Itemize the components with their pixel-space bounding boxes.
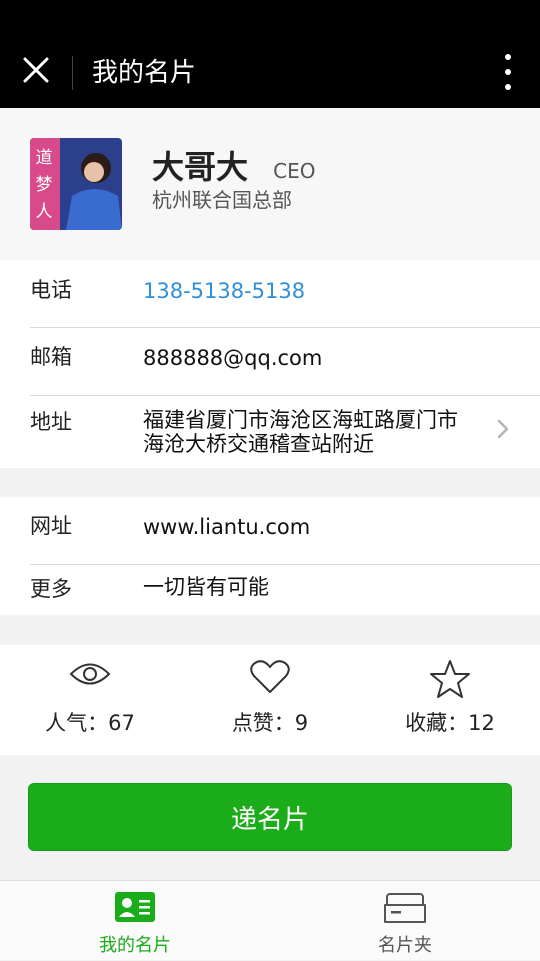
phone-row[interactable]: 电话 138-5138-5138: [0, 260, 540, 327]
contact-section: 电话 138-5138-5138 邮箱 888888@qq.com 地址 福建省…: [0, 260, 540, 468]
close-button[interactable]: [18, 52, 54, 88]
tab-label: 名片夹: [378, 935, 432, 956]
eye-icon: [69, 663, 111, 685]
likes-stat[interactable]: 点赞：9: [180, 645, 360, 755]
extra-info-section: 网址 www.liantu.com 更多 一切皆有可能: [0, 497, 540, 615]
tab-label: 我的名片: [99, 935, 171, 956]
header-divider: [72, 56, 73, 90]
address-line-1: 福建省厦门市海沧区海虹路厦门市: [143, 408, 458, 432]
phone-label: 电话: [30, 278, 72, 302]
website-value[interactable]: www.liantu.com: [143, 515, 310, 539]
email-label: 邮箱: [30, 345, 72, 369]
more-menu-button[interactable]: [498, 54, 518, 90]
top-bar: 我的名片: [0, 0, 540, 108]
name-row: 大哥大 CEO: [152, 142, 315, 188]
address-line-2: 海沧大桥交通稽查站附近: [143, 432, 374, 456]
pass-card-button[interactable]: 递名片: [28, 783, 512, 851]
website-label: 网址: [30, 514, 72, 538]
avatar-char: 梦: [36, 175, 53, 195]
card-icon: [115, 892, 155, 922]
chevron-right-icon: [497, 419, 509, 439]
tab-card-holder[interactable]: 名片夹: [270, 881, 540, 961]
heart-icon: [250, 660, 290, 693]
more-dot-icon: [505, 69, 511, 75]
user-role: CEO: [273, 159, 316, 183]
email-row[interactable]: 邮箱 888888@qq.com: [0, 328, 540, 395]
avatar-char: 人: [36, 202, 53, 222]
more-row: 更多 一切皆有可能: [0, 565, 540, 615]
avatar[interactable]: 道 梦 人: [30, 138, 122, 230]
user-company: 杭州联合国总部: [152, 188, 292, 212]
favorites-stat[interactable]: 收藏：12: [360, 645, 540, 755]
views-stat[interactable]: 人气：67: [0, 645, 180, 755]
address-label: 地址: [30, 410, 72, 434]
profile-section: 道 梦 人 大哥大 CEO 杭州联合国总部: [0, 108, 540, 260]
avatar-char: 道: [36, 148, 53, 168]
close-icon: [23, 57, 49, 83]
page-title: 我的名片: [92, 58, 197, 88]
phone-value[interactable]: 138-5138-5138: [143, 279, 305, 303]
avatar-image: 道 梦 人: [30, 138, 122, 230]
star-icon: [430, 660, 470, 698]
user-name: 大哥大: [152, 148, 249, 186]
bottom-tab-bar: 我的名片 名片夹: [0, 880, 540, 960]
tab-my-card[interactable]: 我的名片: [0, 881, 270, 961]
address-row[interactable]: 地址 福建省厦门市海沧区海虹路厦门市 海沧大桥交通稽查站附近: [0, 396, 540, 468]
views-count: 人气：67: [45, 711, 135, 735]
email-value[interactable]: 888888@qq.com: [143, 346, 322, 370]
more-label: 更多: [30, 577, 72, 601]
more-dot-icon: [505, 54, 511, 60]
more-value: 一切皆有可能: [143, 575, 269, 599]
favorites-count: 收藏：12: [405, 711, 495, 735]
more-dot-icon: [505, 84, 511, 90]
likes-count: 点赞：9: [231, 711, 309, 735]
stats-section: 人气：67 点赞：9 收藏：12: [0, 645, 540, 755]
card-holder-icon: [384, 893, 426, 923]
website-row[interactable]: 网址 www.liantu.com: [0, 497, 540, 564]
